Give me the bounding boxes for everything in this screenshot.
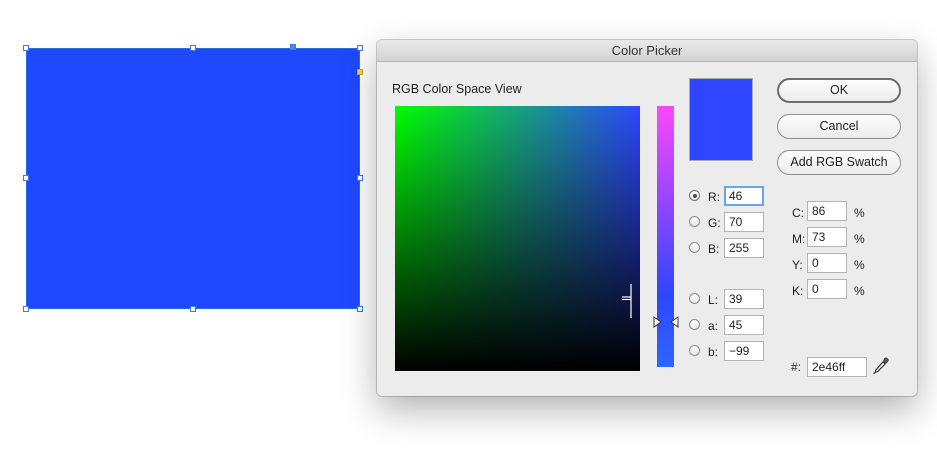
c-field[interactable]: 86 xyxy=(807,201,847,221)
g-field[interactable]: 70 xyxy=(724,212,764,232)
radio-b[interactable] xyxy=(689,242,700,253)
label-y: Y: xyxy=(792,258,803,272)
label-r: R: xyxy=(708,190,720,204)
label-m: M: xyxy=(792,232,806,246)
label-b: B: xyxy=(708,242,720,256)
handle-bottom-middle[interactable] xyxy=(190,306,196,312)
ok-button[interactable]: OK xyxy=(777,78,901,103)
color-field-cursor[interactable] xyxy=(622,284,640,318)
b-field[interactable]: 255 xyxy=(724,238,764,258)
color-preview-swatch xyxy=(689,78,753,161)
radio-l[interactable] xyxy=(689,293,700,304)
handle-top-left[interactable] xyxy=(23,45,29,51)
unit-k: % xyxy=(854,284,865,298)
r-field[interactable]: 46 xyxy=(724,186,764,206)
lab-b-field[interactable]: −99 xyxy=(724,341,764,361)
label-k: K: xyxy=(792,284,804,298)
color-field[interactable] xyxy=(395,106,640,371)
color-space-label: RGB Color Space View xyxy=(392,82,522,96)
y-field[interactable]: 0 xyxy=(807,253,847,273)
hex-field[interactable]: 2e46ff xyxy=(807,357,867,377)
radio-a[interactable] xyxy=(689,319,700,330)
cancel-button[interactable]: Cancel xyxy=(777,114,901,139)
label-lab-b: b: xyxy=(708,345,719,359)
handle-top-center-alt[interactable] xyxy=(290,44,296,50)
unit-c: % xyxy=(854,206,865,220)
radio-g[interactable] xyxy=(689,216,700,227)
handle-middle-right[interactable] xyxy=(357,175,363,181)
color-picker-dialog: Color Picker RGB Color Space View R: 46 … xyxy=(377,40,917,396)
selected-rectangle[interactable] xyxy=(26,48,360,309)
unit-y: % xyxy=(854,258,865,272)
radio-r[interactable] xyxy=(689,190,700,201)
handle-bottom-left[interactable] xyxy=(23,306,29,312)
hue-slider-thumb[interactable] xyxy=(653,316,679,328)
dialog-title[interactable]: Color Picker xyxy=(377,40,917,62)
add-rgb-swatch-button[interactable]: Add RGB Swatch xyxy=(777,150,901,175)
label-a: a: xyxy=(708,319,719,333)
label-l: L: xyxy=(708,293,719,307)
l-field[interactable]: 39 xyxy=(724,289,764,309)
eyedropper-icon[interactable] xyxy=(871,356,891,376)
handle-bottom-right[interactable] xyxy=(357,306,363,312)
radio-lab-b[interactable] xyxy=(689,345,700,356)
unit-m: % xyxy=(854,232,865,246)
m-field[interactable]: 73 xyxy=(807,227,847,247)
a-field[interactable]: 45 xyxy=(724,315,764,335)
handle-corner-widget[interactable] xyxy=(357,69,363,75)
label-c: C: xyxy=(792,206,804,220)
handle-top-right[interactable] xyxy=(357,45,363,51)
handle-top-middle[interactable] xyxy=(190,45,196,51)
label-hex: #: xyxy=(791,360,802,374)
label-g: G: xyxy=(708,216,721,230)
k-field[interactable]: 0 xyxy=(807,279,847,299)
handle-middle-left[interactable] xyxy=(23,175,29,181)
